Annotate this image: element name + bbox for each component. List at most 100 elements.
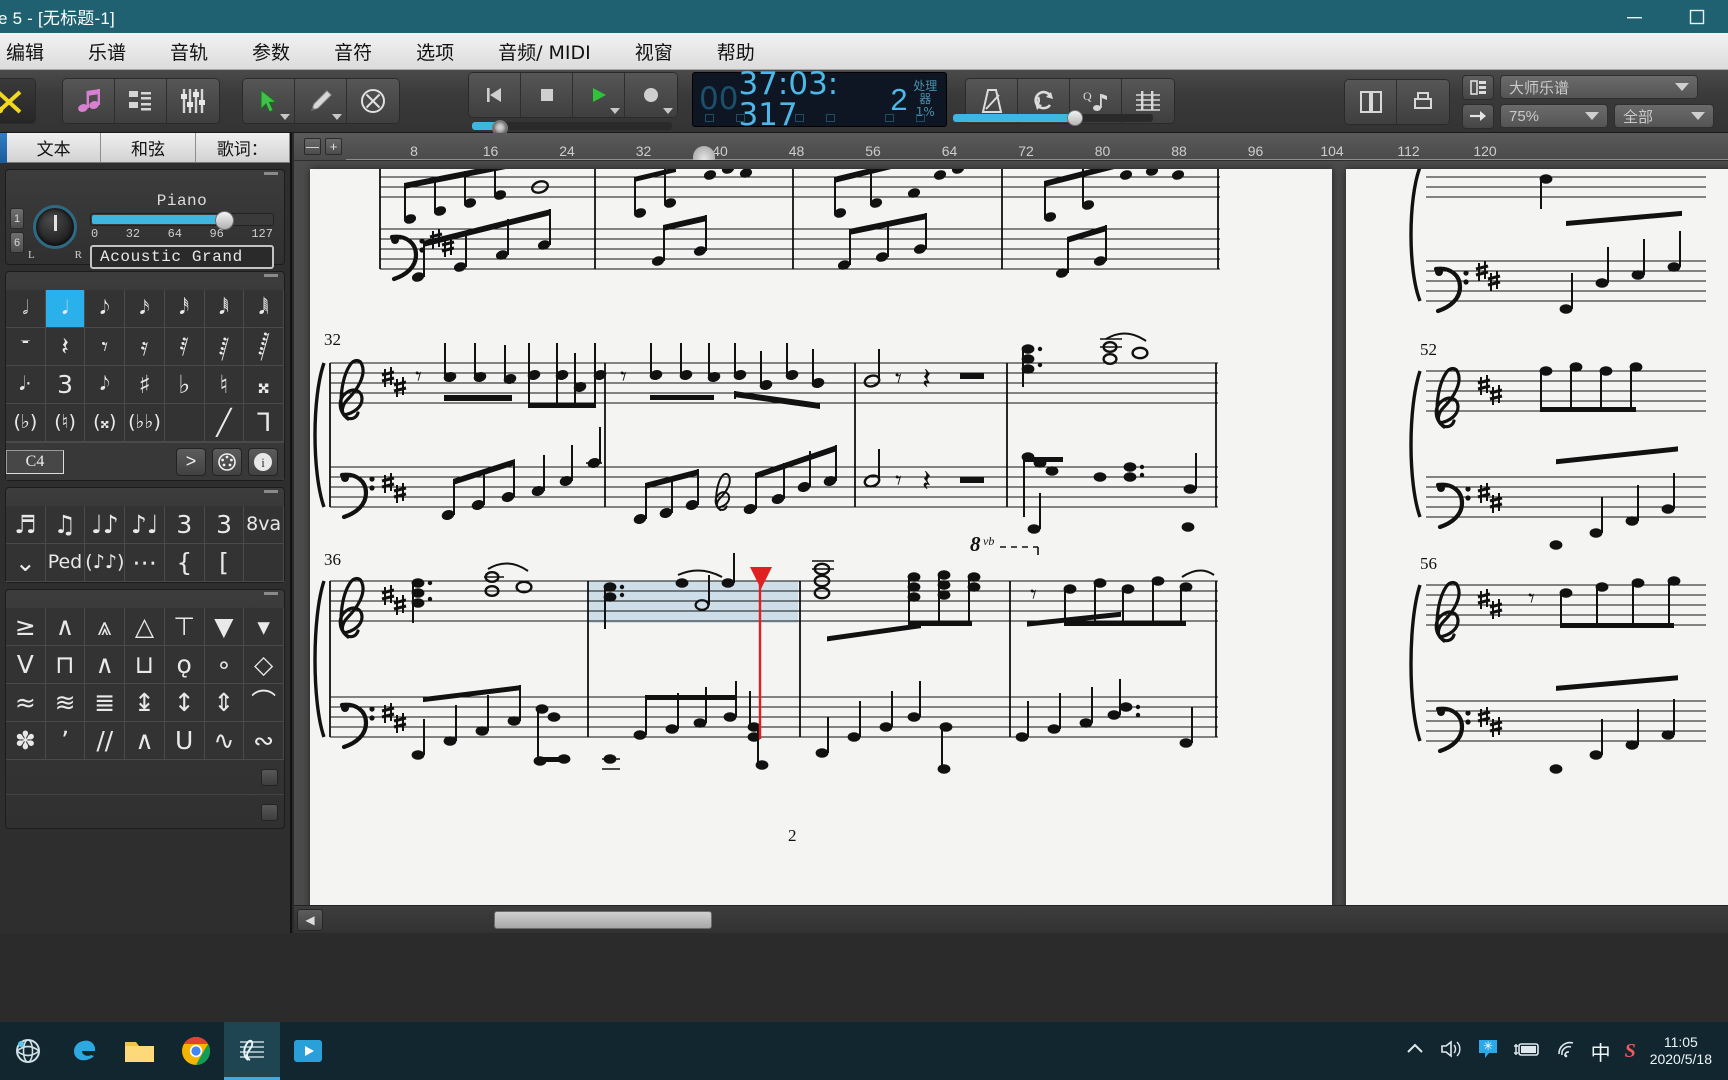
- copy-pages-icon[interactable]: [1345, 79, 1397, 124]
- edge-browser-icon[interactable]: [56, 1022, 112, 1080]
- beamed-notes-dotted-icon[interactable]: ♬: [6, 506, 46, 544]
- menu-item-audio-midi[interactable]: 音频/ MIDI: [476, 33, 613, 70]
- crescendo-hairpin-icon[interactable]: ⌄: [6, 544, 46, 582]
- wedge-down-icon[interactable]: ▾: [244, 608, 284, 646]
- ruler-zoom-out-button[interactable]: —: [304, 138, 321, 155]
- trill-line-icon[interactable]: ⇕: [204, 684, 245, 722]
- mixer-sliders-icon[interactable]: [167, 79, 219, 123]
- inverted-turn-icon[interactable]: ∾: [244, 722, 284, 760]
- menu-item-options[interactable]: 选项: [394, 33, 476, 70]
- turn-mark-icon[interactable]: ∿: [204, 722, 245, 760]
- dotted-note-icon[interactable]: 𝅘𝅥·: [6, 366, 46, 404]
- menu-item-edit[interactable]: 编辑: [0, 33, 66, 70]
- menu-item-score[interactable]: 乐谱: [66, 33, 148, 70]
- minimize-button[interactable]: [1604, 0, 1666, 33]
- mordent-upper-icon[interactable]: ↨: [125, 684, 165, 722]
- pitch-input[interactable]: C4: [6, 449, 64, 474]
- music-note-icon[interactable]: [63, 79, 115, 123]
- tremolo-notes-icon[interactable]: (♪♪): [85, 544, 126, 582]
- record-button[interactable]: [625, 73, 677, 117]
- filter-dropdown[interactable]: 全部: [1614, 104, 1714, 128]
- flat-icon[interactable]: ♭: [164, 366, 205, 404]
- dotted-rhythm-icon[interactable]: ♩♪: [85, 506, 126, 544]
- slider-knob[interactable]: [1067, 110, 1083, 126]
- horizontal-scrollbar[interactable]: ◀: [294, 905, 1728, 933]
- sixtyfourth-note-icon[interactable]: 𝅘𝅥𝅱: [204, 290, 245, 328]
- double-sharp-icon[interactable]: 𝄪: [244, 366, 284, 404]
- fermata-icon[interactable]: ⌒: [244, 684, 284, 722]
- sharp-icon[interactable]: ♯: [125, 366, 165, 404]
- marcato-accent-icon[interactable]: ≥: [6, 608, 46, 646]
- palette-expand-button[interactable]: [261, 769, 278, 786]
- quarter-rest-icon[interactable]: 𝄽: [45, 328, 86, 366]
- caesura-icon[interactable]: //: [85, 722, 126, 760]
- page-layout-icon[interactable]: [1462, 74, 1494, 100]
- paren-natural-icon[interactable]: (♮): [45, 404, 86, 442]
- paren-double-sharp-icon[interactable]: (𝄪): [85, 404, 126, 442]
- whole-rest-icon[interactable]: 𝄻: [6, 328, 46, 366]
- chevron-down-icon[interactable]: [663, 108, 673, 114]
- natural-icon[interactable]: ♮: [204, 366, 245, 404]
- panel-collapse-button[interactable]: [264, 274, 278, 277]
- message-badge-icon[interactable]: ✳: [1477, 1038, 1499, 1065]
- ime-chinese-icon[interactable]: 中: [1591, 1037, 1611, 1066]
- harmonic-circle-icon[interactable]: ∘: [204, 646, 245, 684]
- rewind-button[interactable]: [469, 73, 521, 117]
- erase-circle-icon[interactable]: [347, 79, 399, 123]
- tab-chord[interactable]: 和弦: [101, 133, 196, 163]
- snowflake-mark-icon[interactable]: ✽: [6, 722, 46, 760]
- accent-up-icon[interactable]: ∧: [45, 608, 86, 646]
- blank-2-icon[interactable]: [244, 544, 284, 582]
- sixtyfourth-rest-icon[interactable]: 𝅁: [204, 328, 245, 366]
- tab-lyrics[interactable]: 歌词：: [195, 133, 290, 163]
- bracket-down-icon[interactable]: ⊔: [125, 646, 165, 684]
- panel-collapse-button[interactable]: [264, 490, 278, 493]
- track-up-button[interactable]: 1: [10, 208, 24, 229]
- transport-position-slider[interactable]: [472, 120, 672, 136]
- panel-collapse-button[interactable]: [264, 592, 278, 595]
- secondary-position-slider[interactable]: [953, 110, 1153, 126]
- scissors-tools-icon[interactable]: [0, 79, 35, 123]
- diamond-note-icon[interactable]: ◇: [244, 646, 284, 684]
- swing-rhythm-icon[interactable]: ♪♩: [125, 506, 166, 544]
- info-icon[interactable]: i: [248, 447, 278, 476]
- quarter-note-icon[interactable]: 𝅘𝅥: [45, 290, 86, 328]
- accent-icon[interactable]: >: [176, 447, 206, 476]
- triplet-icon[interactable]: 3: [45, 366, 86, 404]
- accent-staccato-icon[interactable]: ⩓: [85, 608, 126, 646]
- taskbar-clock[interactable]: 11:05 2020/5/18: [1650, 1034, 1716, 1069]
- scrollbar-thumb[interactable]: [494, 910, 712, 929]
- paren-double-flat-icon[interactable]: (♭♭): [125, 404, 165, 442]
- ottava-icon[interactable]: 8va: [244, 506, 284, 544]
- paren-flat-icon[interactable]: (♭): [6, 404, 46, 442]
- chevron-down-icon[interactable]: [1691, 112, 1705, 120]
- battery-charging-icon[interactable]: [1513, 1040, 1541, 1063]
- accent-caret-icon[interactable]: ∧: [85, 646, 126, 684]
- wifi-icon[interactable]: [1555, 1040, 1577, 1063]
- triplet-group-icon[interactable]: 3: [165, 506, 205, 544]
- menu-item-track[interactable]: 音轨: [148, 33, 230, 70]
- eighth-rest-icon[interactable]: 𝄾: [85, 328, 126, 366]
- tremolo-one-icon[interactable]: ≈: [6, 684, 46, 722]
- upbow-icon[interactable]: V: [6, 646, 46, 684]
- tenuto-staccato-icon[interactable]: ⊤: [164, 608, 205, 646]
- menu-item-help[interactable]: 帮助: [695, 33, 777, 70]
- arrow-select-icon[interactable]: [243, 79, 295, 123]
- panel-collapse-button[interactable]: [264, 172, 278, 175]
- chevron-down-icon[interactable]: [610, 108, 620, 114]
- menu-item-window[interactable]: 视窗: [613, 33, 695, 70]
- ruler-zoom-in-button[interactable]: +: [325, 138, 342, 155]
- sogou-icon[interactable]: S: [1625, 1040, 1636, 1063]
- menu-item-parameters[interactable]: 参数: [230, 33, 312, 70]
- comma-breath-icon[interactable]: ʼ: [45, 722, 86, 760]
- marcato-down-icon[interactable]: ▼: [204, 608, 245, 646]
- palette-expand-button-2[interactable]: [261, 804, 278, 821]
- triplet-dotted-group-icon[interactable]: 3: [204, 506, 245, 544]
- tremolo-three-icon[interactable]: ≣: [85, 684, 126, 722]
- print-icon[interactable]: [1397, 79, 1449, 124]
- marcato-triangle-icon[interactable]: △: [125, 608, 165, 646]
- measure-ruler[interactable]: — + 8 16 24 32 40 48 56 64 72 80 88 96 104 112 120: [294, 133, 1728, 161]
- bracket-u-icon[interactable]: U: [164, 722, 205, 760]
- chrome-browser-icon[interactable]: [168, 1022, 224, 1080]
- onetwentyeighth-note-icon[interactable]: 𝅘𝅥𝅲: [244, 290, 284, 328]
